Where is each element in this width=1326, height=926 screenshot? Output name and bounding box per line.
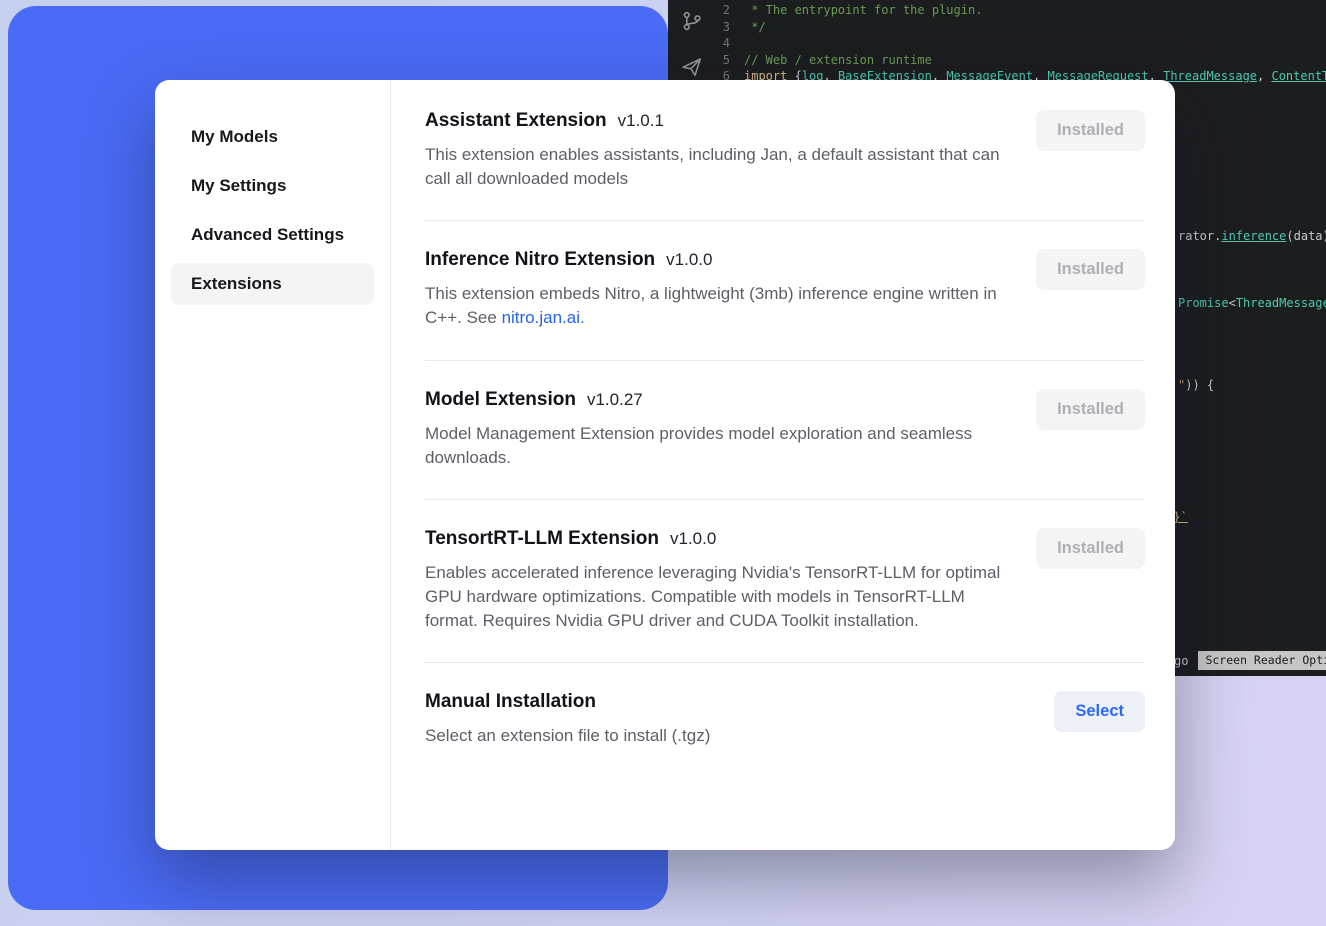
- extension-title-line: Model Extension v1.0.27: [425, 389, 1015, 411]
- installed-button-inference-nitro-extension[interactable]: Installed: [1036, 249, 1145, 290]
- extension-title-line: TensortRT-LLM Extension v1.0.0: [425, 528, 1015, 550]
- sidebar-item-extensions[interactable]: Extensions: [171, 263, 374, 305]
- line-number: 2: [668, 2, 744, 19]
- code-fragment: ")) {: [1178, 377, 1214, 393]
- settings-sidebar: My Models My Settings Advanced Settings Ext…: [155, 80, 391, 850]
- extension-version: v1.0.27: [587, 390, 643, 409]
- code-line: 4: [668, 35, 1326, 52]
- extensions-panel: Assistant Extension v1.0.1 This extension …: [391, 80, 1175, 850]
- extension-description: Select an extension file to install (.tg…: [425, 724, 710, 748]
- editor-status-bar: go Screen Reader Optimize: [1174, 651, 1326, 670]
- select-button-manual-installation[interactable]: Select: [1054, 691, 1145, 732]
- sidebar-item-advanced-settings[interactable]: Advanced Settings: [171, 214, 374, 256]
- code-lines: 2 * The entrypoint for the plugin.3 */45…: [668, 2, 1326, 85]
- extension-info: Inference Nitro Extension v1.0.0 This exte…: [425, 249, 1015, 330]
- line-number: 5: [668, 52, 744, 69]
- code-line: 5// Web / extension runtime: [668, 52, 1326, 69]
- installed-button-tensortrt-llm-extension[interactable]: Installed: [1036, 528, 1145, 569]
- extension-row-tensortrt-llm-extension: TensortRT-LLM Extension v1.0.0 Enables acc…: [425, 500, 1145, 663]
- extension-version: v1.0.1: [618, 111, 664, 130]
- installed-button-assistant-extension[interactable]: Installed: [1036, 110, 1145, 151]
- extension-title-line: Assistant Extension v1.0.1: [425, 110, 1015, 132]
- status-text: go: [1174, 654, 1188, 668]
- extension-info: Manual Installation Select an extension f…: [425, 691, 710, 748]
- line-number: 4: [668, 35, 744, 52]
- sidebar-item-my-settings[interactable]: My Settings: [171, 165, 374, 207]
- settings-modal: My Models My Settings Advanced Settings Ext…: [155, 80, 1175, 850]
- extension-info: Assistant Extension v1.0.1 This extension …: [425, 110, 1015, 191]
- extension-title: Model Extension: [425, 389, 576, 410]
- extension-row-inference-nitro-extension: Inference Nitro Extension v1.0.0 This exte…: [425, 221, 1145, 360]
- extension-row-assistant-extension: Assistant Extension v1.0.1 This extension …: [425, 82, 1145, 221]
- extension-description: This extension enables assistants, inclu…: [425, 143, 1015, 191]
- code-fragment: Promise<ThreadMessage>: [1178, 295, 1326, 311]
- desktop-background: 2 * The entrypoint for the plugin.3 */45…: [0, 0, 1326, 926]
- extension-title-line: Manual Installation: [425, 691, 710, 713]
- extension-version: v1.0.0: [666, 250, 712, 269]
- extension-info: Model Extension v1.0.27 Model Management E…: [425, 389, 1015, 470]
- extension-row-model-extension: Model Extension v1.0.27 Model Management E…: [425, 361, 1145, 500]
- extension-info: TensortRT-LLM Extension v1.0.0 Enables acc…: [425, 528, 1015, 633]
- extension-title: Manual Installation: [425, 691, 596, 712]
- extension-title: Assistant Extension: [425, 110, 607, 131]
- code-text: */: [744, 20, 766, 34]
- extension-title: TensortRT-LLM Extension: [425, 528, 659, 549]
- extension-description: Enables accelerated inference leveraging…: [425, 561, 1015, 633]
- extension-description: Model Management Extension provides mode…: [425, 422, 1015, 470]
- screen-reader-badge[interactable]: Screen Reader Optimize: [1198, 651, 1326, 670]
- line-number: 3: [668, 19, 744, 36]
- code-text: // Web / extension runtime: [744, 53, 932, 67]
- extension-title-line: Inference Nitro Extension v1.0.0: [425, 249, 1015, 271]
- extension-row-manual-installation: Manual Installation Select an extension f…: [425, 663, 1145, 777]
- sidebar-item-my-models[interactable]: My Models: [171, 116, 374, 158]
- extension-title: Inference Nitro Extension: [425, 249, 655, 270]
- extension-version: v1.0.0: [670, 529, 716, 548]
- code-line: 2 * The entrypoint for the plugin.: [668, 2, 1326, 19]
- extension-description: This extension embeds Nitro, a lightweig…: [425, 282, 1015, 330]
- installed-button-model-extension[interactable]: Installed: [1036, 389, 1145, 430]
- code-line: 3 */: [668, 19, 1326, 36]
- code-text: * The entrypoint for the plugin.: [744, 3, 982, 17]
- code-fragment: rator.inference(data));: [1178, 228, 1326, 244]
- nitro-link[interactable]: nitro.jan.ai.: [502, 308, 585, 327]
